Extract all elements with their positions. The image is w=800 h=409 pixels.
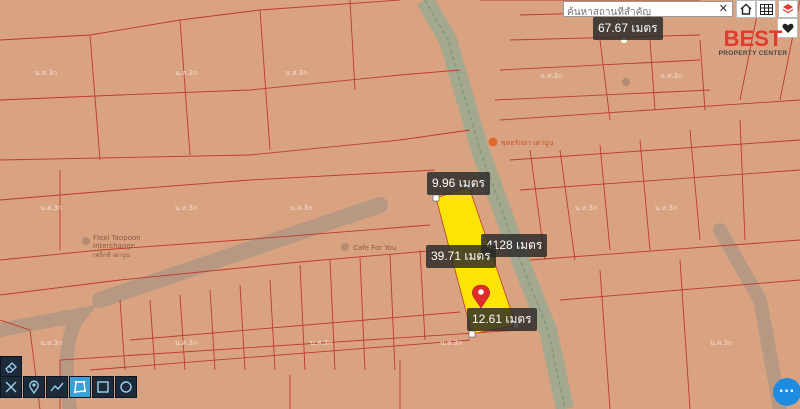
red-poi-marker [488,137,498,147]
more-button[interactable]: ··· [773,378,800,406]
measure-label-left-edge: 39.71 เมตร [426,245,496,268]
svg-text:น.ส.3ก: น.ส.3ก [175,339,197,347]
more-icon: ··· [779,383,795,400]
pin-tool-button[interactable] [23,376,45,398]
layers-button[interactable] [778,0,798,18]
logo-title: BEST [723,26,783,51]
home-icon [740,3,752,15]
eraser-icon [5,362,17,373]
measure-label-bottom-edge: 12.61 เมตร [467,308,537,331]
route-icon [50,382,64,392]
svg-text:น.ส.3ก: น.ส.3ก [40,339,62,347]
svg-text:น.ส.3ก: น.ส.3ก [290,204,312,212]
svg-text:น.ส.3ก: น.ส.3ก [310,339,332,347]
poi-flexi: Flexi Taopoon Interchange เฟล็กซี่ เตาปู… [93,234,141,259]
rectangle-icon [97,381,109,393]
search-input[interactable] [564,5,710,20]
polygon-icon [73,380,87,394]
svg-text:น.ส.3ก: น.ส.3ก [655,204,677,212]
route-tool-button[interactable] [46,376,68,398]
circle-icon [120,381,132,393]
poi-coffee: Cafe For You [353,244,397,252]
close-icon[interactable]: ✕ [719,2,728,16]
measure-icon [5,381,17,393]
search-box[interactable]: ✕ [563,1,733,20]
measure-tool-button[interactable] [0,376,22,398]
svg-text:น.ส.3ก: น.ส.3ก [285,69,307,77]
map-canvas[interactable]: น.ส.3ก น.ส.3ก น.ส.3ก น.ส.3ก น.ส.3ก น.ส.3… [0,0,800,409]
logo-subtitle: PROPERTY CENTER [718,50,788,57]
svg-text:น.ส.3ก: น.ส.3ก [35,69,57,77]
home-button[interactable] [736,0,756,18]
svg-text:น.ส.3ก: น.ส.3ก [575,204,597,212]
svg-text:น.ส.3ก: น.ส.3ก [175,69,197,77]
poi-red: พุทธรักษา เตาปูน [501,139,554,147]
polygon-tool-button[interactable] [69,376,91,398]
circle-tool-button[interactable] [115,376,137,398]
layers-icon [782,4,794,14]
grid-button[interactable] [756,0,776,18]
rectangle-tool-button[interactable] [92,376,114,398]
svg-text:น.ส.3ก: น.ส.3ก [710,339,732,347]
svg-text:น.ส.3ก: น.ส.3ก [540,72,562,80]
brand-logo: BEST PROPERTY CENTER [718,26,788,58]
grid-icon [759,3,773,15]
measure-label-top-edge: 9.96 เมตร [427,172,490,195]
measure-label-top-right: 67.67 เมตร [593,17,663,40]
drawing-toolbar [0,376,138,398]
svg-text:น.ส.3ก: น.ส.3ก [660,72,682,80]
svg-text:น.ส.3ก: น.ส.3ก [175,204,197,212]
eraser-button[interactable] [0,356,22,378]
pin-icon [29,380,39,394]
svg-text:น.ส.3ก: น.ส.3ก [440,339,462,347]
svg-text:น.ส.3ก: น.ส.3ก [40,204,62,212]
